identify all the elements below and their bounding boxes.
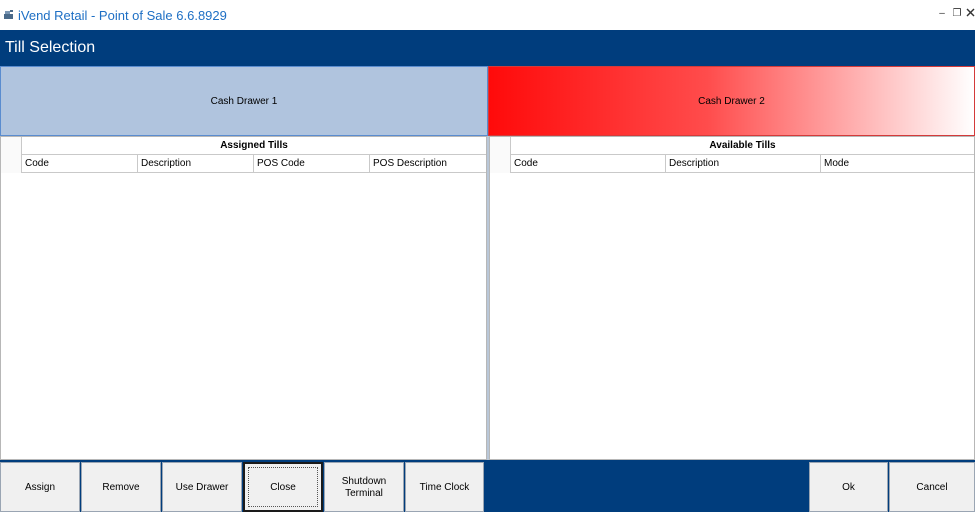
use-drawer-button-label: Use Drawer [175,482,229,493]
available-tills-grid[interactable]: Available Tills Code Description Mode [489,136,975,460]
shutdown-terminal-button[interactable]: Shutdown Terminal [324,462,404,512]
assign-button-label: Assign [24,482,55,493]
row-selector-header [1,137,22,173]
page-title: Till Selection [5,39,96,56]
remove-button-label: Remove [102,482,140,493]
cancel-button-label: Cancel [916,482,948,493]
column-header-pos-code[interactable]: POS Code [254,155,370,172]
cash-drawer-1-label: Cash Drawer 1 [210,95,278,107]
window-title: iVend Retail - Point of Sale 6.6.8929 [18,8,227,23]
time-clock-button[interactable]: Time Clock [405,462,484,512]
cancel-button[interactable]: Cancel [889,462,975,512]
column-header-description[interactable]: Description [138,155,254,172]
ok-button[interactable]: Ok [809,462,888,512]
cash-drawer-1-tab[interactable]: Cash Drawer 1 [0,66,488,136]
minimize-button[interactable]: – [936,8,948,20]
window-titlebar: iVend Retail - Point of Sale 6.6.8929 – … [0,0,975,30]
shutdown-label-line1: Shutdown [341,476,387,487]
ok-button-label: Ok [842,482,855,493]
remove-button[interactable]: Remove [81,462,161,512]
row-selector-header [490,137,511,173]
x-icon [966,8,974,17]
restore-button[interactable]: ❐ [951,8,963,20]
assigned-tills-grid[interactable]: Assigned Tills Code Description POS Code… [0,136,487,460]
column-header-code[interactable]: Code [22,155,138,172]
column-header-mode[interactable]: Mode [821,155,974,172]
cash-drawer-2-label: Cash Drawer 2 [698,95,765,107]
close-window-icon[interactable] [964,8,975,20]
time-clock-button-label: Time Clock [419,482,470,493]
available-tills-title: Available Tills [511,137,974,155]
close-button-label: Close [270,482,296,493]
close-button[interactable]: Close [243,462,323,512]
assign-button[interactable]: Assign [0,462,80,512]
register-icon [4,10,13,19]
column-header-code[interactable]: Code [511,155,666,172]
column-header-description[interactable]: Description [666,155,821,172]
assigned-tills-title: Assigned Tills [22,137,486,155]
available-tills-column-header: Code Description Mode [511,155,974,173]
cash-drawer-2-tab[interactable]: Cash Drawer 2 [488,66,975,136]
shutdown-label-line2: Terminal [345,488,383,499]
page-header: Till Selection [0,30,975,66]
assigned-tills-column-header: Code Description POS Code POS Descriptio… [22,155,486,173]
column-header-pos-description[interactable]: POS Description [370,155,486,172]
use-drawer-button[interactable]: Use Drawer [162,462,242,512]
